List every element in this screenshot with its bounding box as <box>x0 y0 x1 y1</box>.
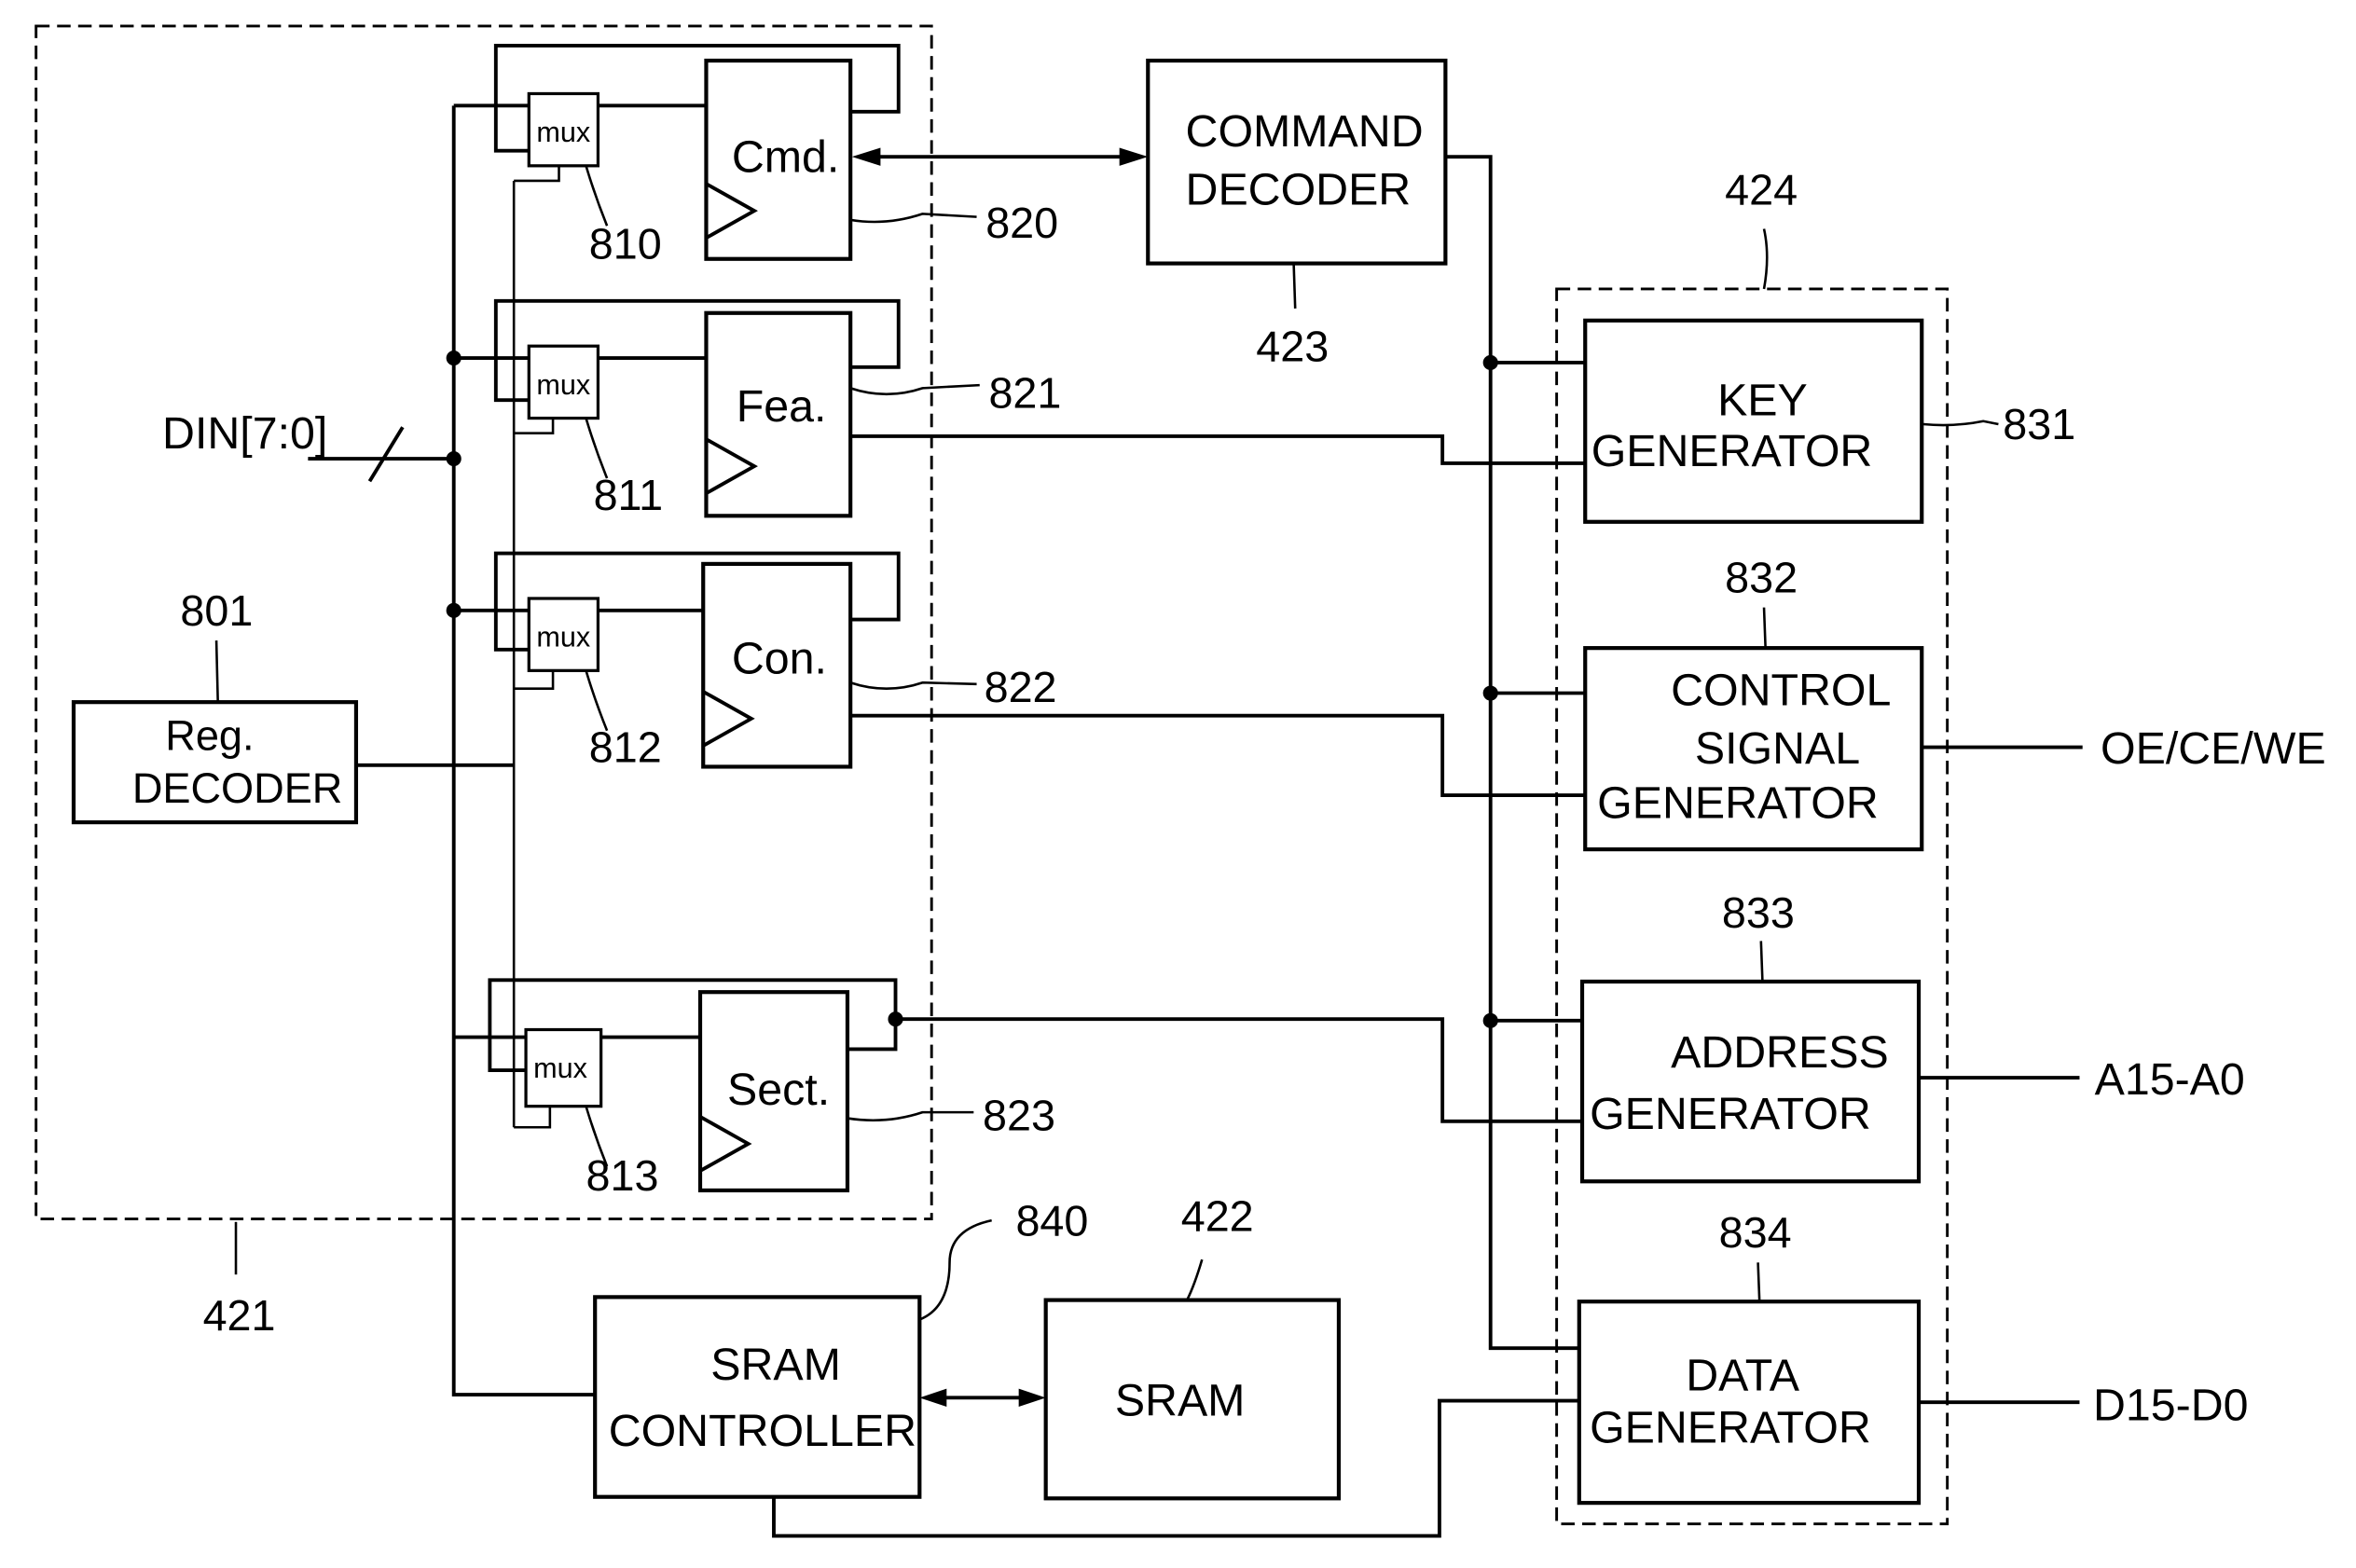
control-signal-generator-ref: 832 <box>1725 554 1798 602</box>
command-decoder-block <box>1146 58 1448 266</box>
address-generator-leader <box>1759 941 1764 982</box>
mux-811-ref: 811 <box>594 471 663 519</box>
address-generator-ref: 833 <box>1722 888 1795 937</box>
select-to-mux-wire <box>514 418 555 434</box>
block-diagram: 421 424 DIN[7:0] Reg. DECODER 801 mux 81… <box>34 24 2326 1538</box>
din-label: DIN[7:0] <box>162 408 327 459</box>
command-decoder-line2: DECODER <box>1186 165 1412 215</box>
register-fea-ref: 821 <box>988 368 1061 417</box>
address-generator-line2: GENERATOR <box>1590 1089 1871 1139</box>
register-fea-label: Fea. <box>737 381 827 432</box>
sram-controller-line1: SRAM <box>710 1340 841 1390</box>
junction-dot <box>1482 685 1498 701</box>
reg-decoder-ref: 801 <box>180 586 253 635</box>
command-decoder-line1: COMMAND <box>1186 106 1424 157</box>
arrow-left-icon <box>919 1388 947 1408</box>
sram-controller-line2: CONTROLLER <box>609 1406 916 1456</box>
junction-dot <box>1482 354 1498 371</box>
register-con-label: Con. <box>732 634 827 684</box>
control-signal-generator-leader <box>1762 607 1767 649</box>
mux-813-ref: 813 <box>586 1151 659 1200</box>
din-bus-wire <box>451 105 596 1397</box>
reg-decoder-leader <box>214 640 219 703</box>
con-to-ctrl-gen-wire <box>850 713 1586 798</box>
arrow-right-icon <box>1018 1388 1046 1408</box>
select-to-mux-wire <box>514 165 560 183</box>
key-generator-ref: 831 <box>2003 400 2075 448</box>
register-cmd-leader <box>849 213 977 224</box>
data-generator-leader <box>1757 1262 1761 1302</box>
register-sect-label: Sect. <box>727 1065 830 1115</box>
mux-812-leader <box>585 669 609 732</box>
sram-controller-ref: 840 <box>1015 1196 1088 1245</box>
control-signal-generator-line2: SIGNAL <box>1695 723 1860 774</box>
group-424-ref: 424 <box>1725 166 1798 214</box>
mux-811-leader <box>585 418 609 479</box>
data-bus-label: D15-D0 <box>2093 1381 2249 1431</box>
register-cmd-ref: 820 <box>985 199 1058 247</box>
fea-to-key-gen-wire <box>850 433 1586 465</box>
register-con-ref: 822 <box>985 663 1057 711</box>
mux-label: mux <box>533 1052 587 1084</box>
sram-controller-block <box>593 1295 922 1499</box>
command-decoder-ref: 423 <box>1256 322 1329 370</box>
key-generator-line1: KEY <box>1717 375 1808 425</box>
mux-810-leader <box>585 165 609 227</box>
address-bus-label: A15-A0 <box>2095 1054 2245 1105</box>
mux-label: mux <box>536 369 590 401</box>
select-to-mux-wire <box>514 670 555 690</box>
reg-decoder-line2: DECODER <box>132 764 343 812</box>
oe-ce-we-label: OE/CE/WE <box>2101 723 2326 774</box>
mux-812-ref: 812 <box>589 723 662 772</box>
mux-label: mux <box>536 117 590 148</box>
data-generator-ref: 834 <box>1719 1208 1792 1257</box>
register-fea: mux 811 Fea. 821 <box>453 298 1061 519</box>
select-to-mux-wire <box>514 1106 552 1129</box>
register-fea-leader <box>849 383 980 395</box>
junction-dot <box>1482 1012 1498 1028</box>
control-signal-generator-line3: GENERATOR <box>1597 777 1879 828</box>
data-generator-line1: DATA <box>1686 1350 1799 1400</box>
register-cmd-label: Cmd. <box>732 131 839 182</box>
address-generator-block <box>1579 979 1922 1184</box>
sram-leader <box>1186 1259 1204 1301</box>
command-decoder-leader <box>1292 263 1297 309</box>
register-sect-leader <box>847 1110 974 1121</box>
junction-dot <box>446 451 462 467</box>
arrow-right-icon <box>1119 147 1149 166</box>
key-generator-line2: GENERATOR <box>1591 426 1873 476</box>
sram-controller-leader <box>918 1218 992 1321</box>
mux-label: mux <box>536 622 590 653</box>
arrow-left-icon <box>851 147 881 166</box>
group-421-ref: 421 <box>203 1291 276 1340</box>
mux-810-ref: 810 <box>589 220 662 268</box>
register-con-leader <box>849 681 977 690</box>
reg-decoder-line1: Reg. <box>165 712 254 760</box>
register-sect: mux 813 Sect. 823 <box>453 978 1055 1200</box>
data-generator-line2: GENERATOR <box>1590 1403 1871 1453</box>
key-generator-leader <box>1922 420 1999 427</box>
address-generator-line1: ADDRESS <box>1671 1027 1889 1078</box>
sram-label: SRAM <box>1115 1376 1246 1426</box>
register-sect-ref: 823 <box>983 1091 1055 1139</box>
control-signal-generator-line1: CONTROL <box>1671 665 1891 715</box>
decoder-output-bus <box>1445 155 1583 1351</box>
register-con: mux 812 Con. 822 <box>453 551 1057 772</box>
sram-ref: 422 <box>1181 1191 1254 1240</box>
din-bus-slash <box>367 426 405 483</box>
group-424-leader <box>1762 228 1769 290</box>
